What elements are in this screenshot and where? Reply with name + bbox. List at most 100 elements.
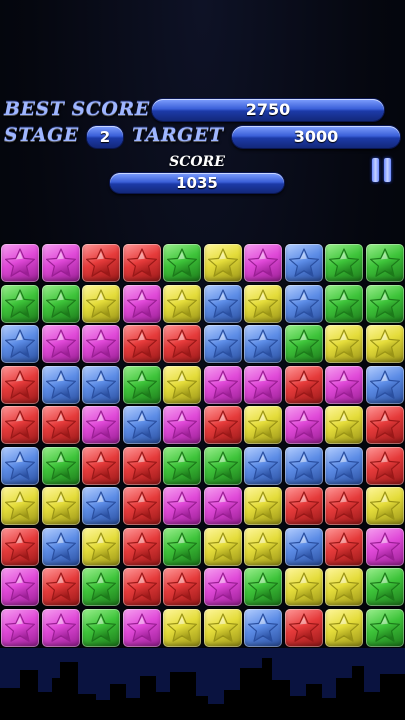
green-star-tile[interactable] xyxy=(365,608,404,647)
green-star-tile[interactable] xyxy=(325,284,364,323)
yellow-star-tile[interactable] xyxy=(163,365,202,404)
green-star-tile[interactable] xyxy=(325,244,364,283)
green-star-tile[interactable] xyxy=(365,568,404,607)
blue-star-tile[interactable] xyxy=(244,608,283,647)
purple-star-tile[interactable] xyxy=(244,365,283,404)
red-star-tile[interactable] xyxy=(122,325,161,364)
blue-star-tile[interactable] xyxy=(284,244,323,283)
yellow-star-tile[interactable] xyxy=(163,608,202,647)
yellow-star-tile[interactable] xyxy=(82,284,121,323)
blue-star-tile[interactable] xyxy=(1,446,40,485)
yellow-star-tile[interactable] xyxy=(163,284,202,323)
yellow-star-tile[interactable] xyxy=(203,608,242,647)
purple-star-tile[interactable] xyxy=(1,608,40,647)
blue-star-tile[interactable] xyxy=(41,365,80,404)
red-star-tile[interactable] xyxy=(163,568,202,607)
pause-button[interactable] xyxy=(372,158,394,182)
green-star-tile[interactable] xyxy=(244,568,283,607)
red-star-tile[interactable] xyxy=(365,406,404,445)
purple-star-tile[interactable] xyxy=(82,406,121,445)
blue-star-tile[interactable] xyxy=(122,406,161,445)
red-star-tile[interactable] xyxy=(82,446,121,485)
green-star-tile[interactable] xyxy=(1,284,40,323)
blue-star-tile[interactable] xyxy=(203,325,242,364)
red-star-tile[interactable] xyxy=(365,446,404,485)
blue-star-tile[interactable] xyxy=(82,487,121,526)
green-star-tile[interactable] xyxy=(203,446,242,485)
purple-star-tile[interactable] xyxy=(1,568,40,607)
yellow-star-tile[interactable] xyxy=(244,487,283,526)
blue-star-tile[interactable] xyxy=(284,527,323,566)
red-star-tile[interactable] xyxy=(1,365,40,404)
purple-star-tile[interactable] xyxy=(1,244,40,283)
yellow-star-tile[interactable] xyxy=(82,527,121,566)
purple-star-tile[interactable] xyxy=(365,527,404,566)
green-star-tile[interactable] xyxy=(82,568,121,607)
red-star-tile[interactable] xyxy=(122,244,161,283)
red-star-tile[interactable] xyxy=(82,244,121,283)
purple-star-tile[interactable] xyxy=(163,406,202,445)
blue-star-tile[interactable] xyxy=(244,325,283,364)
yellow-star-tile[interactable] xyxy=(203,244,242,283)
red-star-tile[interactable] xyxy=(41,406,80,445)
purple-star-tile[interactable] xyxy=(122,284,161,323)
green-star-tile[interactable] xyxy=(163,244,202,283)
yellow-star-tile[interactable] xyxy=(325,608,364,647)
blue-star-tile[interactable] xyxy=(365,365,404,404)
green-star-tile[interactable] xyxy=(82,608,121,647)
purple-star-tile[interactable] xyxy=(41,244,80,283)
blue-star-tile[interactable] xyxy=(325,446,364,485)
yellow-star-tile[interactable] xyxy=(325,325,364,364)
green-star-tile[interactable] xyxy=(163,527,202,566)
purple-star-tile[interactable] xyxy=(82,325,121,364)
red-star-tile[interactable] xyxy=(122,527,161,566)
purple-star-tile[interactable] xyxy=(325,365,364,404)
green-star-tile[interactable] xyxy=(122,365,161,404)
red-star-tile[interactable] xyxy=(122,568,161,607)
purple-star-tile[interactable] xyxy=(122,608,161,647)
blue-star-tile[interactable] xyxy=(41,527,80,566)
yellow-star-tile[interactable] xyxy=(284,568,323,607)
yellow-star-tile[interactable] xyxy=(244,284,283,323)
yellow-star-tile[interactable] xyxy=(41,487,80,526)
red-star-tile[interactable] xyxy=(1,527,40,566)
red-star-tile[interactable] xyxy=(284,487,323,526)
yellow-star-tile[interactable] xyxy=(244,527,283,566)
purple-star-tile[interactable] xyxy=(41,325,80,364)
green-star-tile[interactable] xyxy=(41,446,80,485)
red-star-tile[interactable] xyxy=(122,487,161,526)
red-star-tile[interactable] xyxy=(284,365,323,404)
yellow-star-tile[interactable] xyxy=(365,325,404,364)
blue-star-tile[interactable] xyxy=(82,365,121,404)
green-star-tile[interactable] xyxy=(163,446,202,485)
purple-star-tile[interactable] xyxy=(203,365,242,404)
purple-star-tile[interactable] xyxy=(203,568,242,607)
blue-star-tile[interactable] xyxy=(203,284,242,323)
purple-star-tile[interactable] xyxy=(203,487,242,526)
blue-star-tile[interactable] xyxy=(1,325,40,364)
red-star-tile[interactable] xyxy=(284,608,323,647)
yellow-star-tile[interactable] xyxy=(365,487,404,526)
green-star-tile[interactable] xyxy=(365,284,404,323)
red-star-tile[interactable] xyxy=(1,406,40,445)
yellow-star-tile[interactable] xyxy=(325,568,364,607)
purple-star-tile[interactable] xyxy=(163,487,202,526)
red-star-tile[interactable] xyxy=(41,568,80,607)
red-star-tile[interactable] xyxy=(163,325,202,364)
yellow-star-tile[interactable] xyxy=(1,487,40,526)
purple-star-tile[interactable] xyxy=(41,608,80,647)
blue-star-tile[interactable] xyxy=(284,284,323,323)
red-star-tile[interactable] xyxy=(325,527,364,566)
green-star-tile[interactable] xyxy=(41,284,80,323)
yellow-star-tile[interactable] xyxy=(325,406,364,445)
yellow-star-tile[interactable] xyxy=(244,406,283,445)
red-star-tile[interactable] xyxy=(203,406,242,445)
red-star-tile[interactable] xyxy=(122,446,161,485)
purple-star-tile[interactable] xyxy=(284,406,323,445)
green-star-tile[interactable] xyxy=(365,244,404,283)
purple-star-tile[interactable] xyxy=(244,244,283,283)
blue-star-tile[interactable] xyxy=(284,446,323,485)
green-star-tile[interactable] xyxy=(284,325,323,364)
blue-star-tile[interactable] xyxy=(244,446,283,485)
yellow-star-tile[interactable] xyxy=(203,527,242,566)
